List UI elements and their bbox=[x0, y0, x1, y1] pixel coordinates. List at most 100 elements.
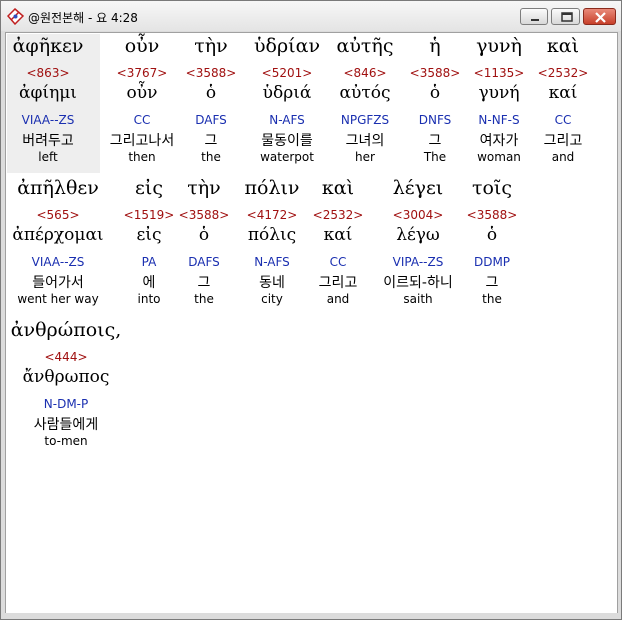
word-english: The bbox=[423, 150, 447, 164]
word-korean: 그리고나서 bbox=[109, 133, 175, 149]
word-english: saith bbox=[403, 292, 433, 306]
word-english: and bbox=[326, 292, 350, 306]
word-korean: 그 bbox=[428, 133, 442, 149]
word-greek: αὐτῆς bbox=[336, 35, 394, 57]
word-strong[interactable]: <863> bbox=[26, 66, 69, 80]
word-parse: DAFS bbox=[195, 113, 227, 127]
word-strong[interactable]: <5201> bbox=[262, 66, 313, 80]
word-strong[interactable]: <2532> bbox=[313, 208, 364, 222]
word-greek: οὖν bbox=[124, 35, 160, 57]
word-korean: 그리고 bbox=[543, 133, 583, 149]
word-strong[interactable]: <565> bbox=[36, 208, 79, 222]
word-strong[interactable]: <1135> bbox=[474, 66, 525, 80]
bible-window: @원전본해 - 요 4:28 ἀφῆκεν <863> ἀφίημι VIAA--ZS… bbox=[0, 0, 622, 620]
word-strong[interactable]: <3767> bbox=[117, 66, 168, 80]
minimize-button[interactable] bbox=[520, 8, 548, 25]
word-parse: DAFS bbox=[188, 255, 220, 269]
word-korean: 에 bbox=[142, 275, 156, 291]
maximize-button[interactable] bbox=[551, 8, 580, 25]
word-lemma: ἀφίημι bbox=[19, 83, 77, 103]
word-parse: CC bbox=[133, 113, 151, 127]
word-english: the bbox=[201, 150, 221, 164]
word-english: city bbox=[261, 292, 283, 306]
word-korean: 이르되-하니 bbox=[383, 275, 453, 291]
word-parse: VIAA--ZS bbox=[31, 255, 85, 269]
word-greek: καὶ bbox=[546, 35, 580, 57]
word-strong[interactable]: <846> bbox=[343, 66, 386, 80]
word-lemma: λέγω bbox=[396, 225, 440, 245]
word-korean: 그 bbox=[197, 275, 211, 291]
word-greek: τὴν bbox=[187, 177, 221, 199]
word-parse: VIAA--ZS bbox=[21, 113, 75, 127]
word-greek: ἀπῆλθεν bbox=[17, 177, 99, 199]
word-greek: τοῖς bbox=[471, 177, 513, 199]
word-english: to-men bbox=[44, 434, 88, 448]
word-strong[interactable]: <3004> bbox=[393, 208, 444, 222]
word-parse: PA bbox=[141, 255, 157, 269]
title-bar[interactable]: @원전본해 - 요 4:28 bbox=[1, 1, 621, 31]
word-english: and bbox=[551, 150, 575, 164]
word-lemma: ὁ bbox=[198, 225, 210, 245]
word-greek: καὶ bbox=[321, 177, 355, 199]
word-korean: 여자가 bbox=[479, 133, 519, 149]
word-parse: VIPA--ZS bbox=[392, 255, 444, 269]
word-lemma: ὁ bbox=[486, 225, 498, 245]
word-strong[interactable]: <3588> bbox=[410, 66, 461, 80]
word-strong[interactable]: <3588> bbox=[179, 208, 230, 222]
word-lemma: καί bbox=[323, 225, 353, 245]
word-lemma: ὁ bbox=[429, 83, 441, 103]
word-korean: 버려두고 bbox=[22, 133, 74, 149]
word-strong[interactable]: <4172> bbox=[247, 208, 298, 222]
word-lemma: οὖν bbox=[126, 83, 158, 103]
word-strong[interactable]: <3588> bbox=[186, 66, 237, 80]
word-greek: ἀνθρώποις, bbox=[10, 319, 122, 341]
word-greek: ἀφῆκεν bbox=[12, 35, 84, 57]
interlinear-view[interactable]: ἀφῆκεν <863> ἀφίημι VIAA--ZS 버려두고 left οὖν <376… bbox=[5, 32, 618, 615]
word-parse: CC bbox=[554, 113, 572, 127]
word-greek: ἡ bbox=[429, 35, 441, 57]
word-parse: N-NF-S bbox=[478, 113, 520, 127]
word-english: woman bbox=[477, 150, 521, 164]
word-english: her bbox=[355, 150, 375, 164]
word-parse: CC bbox=[329, 255, 347, 269]
word-lemma: γυνή bbox=[478, 83, 520, 103]
word-parse: N-AFS bbox=[254, 255, 290, 269]
word-english: left bbox=[38, 150, 58, 164]
word-strong[interactable]: <1519> bbox=[124, 208, 175, 222]
word-parse: DNFS bbox=[418, 113, 452, 127]
word-strong[interactable]: <2532> bbox=[538, 66, 589, 80]
word-strong[interactable]: <3588> bbox=[467, 208, 518, 222]
word-greek: ὑδρίαν bbox=[254, 35, 320, 57]
word-korean: 그 bbox=[485, 275, 499, 291]
status-bar bbox=[1, 613, 621, 619]
word-parse: NPGFZS bbox=[340, 113, 390, 127]
word-english: the bbox=[194, 292, 214, 306]
maximize-icon bbox=[561, 12, 573, 22]
word-lemma: ἀπέρχομαι bbox=[12, 225, 104, 245]
word-parse: N-AFS bbox=[269, 113, 305, 127]
word-lemma: πόλις bbox=[247, 225, 297, 245]
word-greek: γυνὴ bbox=[476, 35, 522, 57]
word-lemma: ὁ bbox=[205, 83, 217, 103]
word-strong[interactable]: <444> bbox=[44, 350, 87, 364]
word-english: went her way bbox=[17, 292, 99, 306]
word-lemma: ἄνθρωπος bbox=[22, 367, 110, 387]
word-greek: λέγει bbox=[392, 177, 444, 199]
word-korean: 그녀의 bbox=[345, 133, 385, 149]
word-english: the bbox=[482, 292, 502, 306]
word-korean: 물동이를 bbox=[261, 133, 313, 149]
word-greek: τὴν bbox=[194, 35, 228, 57]
word-lemma: εἰς bbox=[136, 225, 162, 245]
word-parse: DDMP bbox=[473, 255, 511, 269]
word-korean: 그 bbox=[204, 133, 218, 149]
word-korean: 사람들에게 bbox=[33, 417, 99, 433]
minimize-icon bbox=[531, 19, 539, 21]
bible-app-icon[interactable] bbox=[6, 7, 25, 26]
word-lemma: αὐτός bbox=[339, 83, 391, 103]
word-korean: 동네 bbox=[259, 275, 285, 291]
word-parse: N-DM-P bbox=[43, 397, 89, 411]
word-greek: πόλιν bbox=[244, 177, 300, 199]
word-english: waterpot bbox=[260, 150, 314, 164]
word-korean: 그리고 bbox=[318, 275, 358, 291]
close-button[interactable] bbox=[583, 8, 616, 25]
